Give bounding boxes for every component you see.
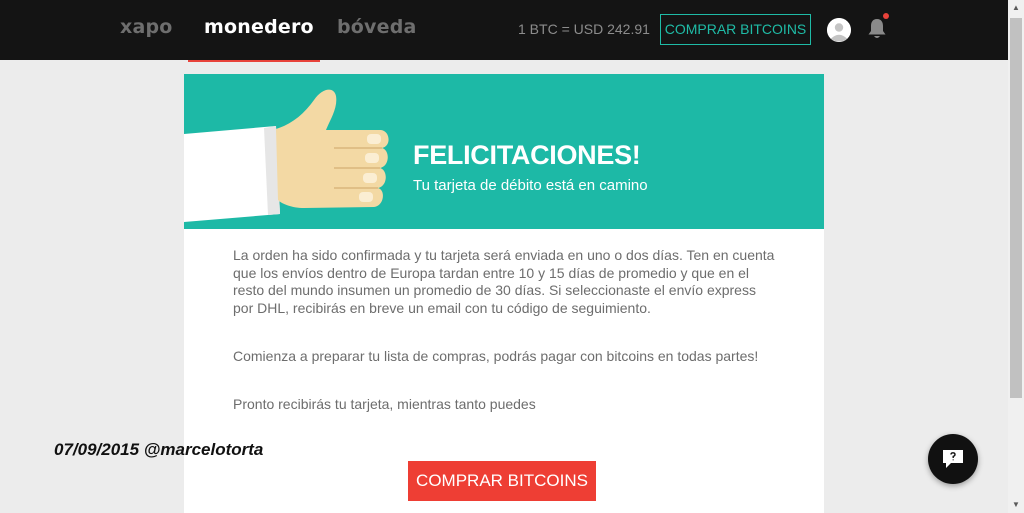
order-confirmation-text: La orden ha sido confirmada y tu tarjeta… [233,247,775,316]
hero-title: FELICITACIONES! [413,140,641,170]
bell-icon[interactable] [866,17,888,41]
scrollbar[interactable]: ▲ ▼ [1008,0,1024,513]
scroll-down-arrow-icon[interactable]: ▼ [1008,497,1024,513]
hero-subtitle: Tu tarjeta de débito está en camino [413,177,648,194]
buy-bitcoins-nav-button[interactable]: COMPRAR BITCOINS [660,14,811,45]
date-author-watermark: 07/09/2015 @marcelotorta [54,440,264,459]
nav-link-monedero[interactable]: monedero [204,16,314,38]
buy-bitcoins-button[interactable]: COMPRAR BITCOINS [408,461,596,501]
hero-banner: FELICITACIONES! Tu tarjeta de débito est… [184,74,824,229]
top-navigation-bar: xapo monedero bóveda 1 BTC = USD 242.91 … [0,0,1008,60]
scrollbar-thumb[interactable] [1010,18,1022,398]
chat-bubble-icon[interactable] [928,434,978,484]
confirmation-card: FELICITACIONES! Tu tarjeta de débito est… [184,74,824,513]
scroll-up-arrow-icon[interactable]: ▲ [1008,0,1024,16]
meanwhile-text: Pronto recibirás tu tarjeta, mientras ta… [233,396,536,412]
btc-exchange-rate: 1 BTC = USD 242.91 [518,21,650,37]
nav-link-boveda[interactable]: bóveda [337,16,417,38]
active-tab-underline [188,60,320,62]
shopping-list-text: Comienza a preparar tu lista de compras,… [233,348,759,364]
user-avatar-icon[interactable] [827,18,851,42]
nav-link-xapo[interactable]: xapo [120,16,173,38]
thumbs-up-illustration [184,89,389,222]
notification-dot [883,13,889,19]
